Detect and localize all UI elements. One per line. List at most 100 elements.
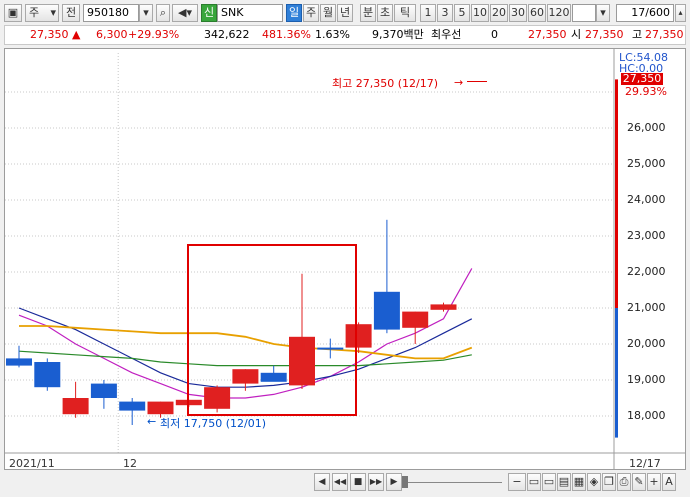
candle-body (615, 79, 618, 309)
chevron-down-icon: ▾ (50, 6, 56, 19)
candle-body (402, 311, 429, 328)
volume-ratio-value: 481.36% (262, 28, 311, 41)
y-tick-22000: 22,000 (627, 265, 666, 278)
interval-3[interactable]: 3 (437, 4, 453, 22)
high-value: 27,350 (645, 28, 684, 41)
left-arrow-icon: ← (147, 415, 157, 428)
interval-1[interactable]: 1 (420, 4, 436, 22)
high-marker-line (467, 81, 487, 82)
zoom-minus-icon[interactable]: − (508, 473, 526, 491)
nav-stop-icon[interactable]: ■ (350, 473, 366, 491)
code-dropdown-icon[interactable]: ▾ (139, 4, 153, 22)
x-label-nov: 2021/11 (9, 457, 55, 470)
chart-settings-icon[interactable]: ▣ (4, 4, 22, 22)
open-value: 27,350 (585, 28, 624, 41)
interval-60[interactable]: 60 (528, 4, 546, 22)
toolbar: ▣ 주 ▾ 전 950180 ▾ ⌕ ◀▾ 신 SNK 일 주 월 년 분 초 틱… (4, 4, 686, 24)
palette-icon[interactable]: ◈ (587, 473, 601, 491)
nav-prev-icon[interactable]: ◀◀ (332, 473, 348, 491)
high-label: 고 (632, 28, 643, 41)
code-input[interactable]: 950180 (83, 4, 139, 22)
nav-last-icon[interactable]: ▶ (386, 473, 402, 491)
candle-body (260, 372, 287, 382)
period-month[interactable]: 월 (320, 4, 336, 22)
chart-grid (5, 49, 685, 469)
nav-first-icon[interactable]: ◀ (314, 473, 330, 491)
candle-body (373, 291, 400, 330)
last-value: 27,350 (528, 28, 567, 41)
interval-30[interactable]: 30 (509, 4, 527, 22)
nav-next-icon[interactable]: ▶▶ (368, 473, 384, 491)
up-arrow-icon: ▲ (72, 28, 81, 41)
period-minute[interactable]: 분 (360, 4, 376, 22)
y-tick-18000: 18,000 (627, 409, 666, 422)
current-price-tag: 27,350 (621, 72, 663, 85)
bottom-bar: ◀ ◀◀ ■ ▶▶ ▶ − ▭ ▭ ▤ ▦ ◈ ❐ ⎙ ✎ + A (4, 472, 686, 493)
interval-custom-input[interactable] (572, 4, 596, 22)
font-a-icon[interactable]: A (662, 473, 676, 491)
priority-value: 0 (491, 28, 498, 41)
open-label: 시 (571, 28, 582, 41)
candle-body (204, 387, 231, 409)
change-value: 6,300 (96, 28, 128, 41)
y-tick-21000: 21,000 (627, 301, 666, 314)
zoom-plus-icon[interactable]: + (647, 473, 661, 491)
shin-badge[interactable]: 신 (201, 4, 217, 22)
amount-value: 9,370백만 (372, 28, 424, 41)
high-annotation: 최고 27,350 (12/17) (332, 77, 439, 90)
price-value: 27,350 ▲ (30, 28, 81, 41)
y-tick-20000: 20,000 (627, 337, 666, 350)
tool-icon[interactable]: ✎ (632, 473, 646, 491)
count-stepper[interactable]: ▴ (675, 4, 686, 22)
y-tick-23000: 23,000 (627, 229, 666, 242)
period-tick[interactable]: 틱 (394, 4, 416, 22)
plot-background (5, 49, 685, 469)
jeon-button[interactable]: 전 (62, 4, 80, 22)
candle-body (147, 401, 174, 415)
interval-5[interactable]: 5 (454, 4, 470, 22)
x-label-dec: 12 (123, 457, 137, 470)
candle-body (317, 347, 344, 350)
layout-icon[interactable]: ▤ (557, 473, 571, 491)
candle-wick (615, 308, 618, 438)
scroll-track[interactable] (406, 482, 502, 483)
speaker-icon[interactable]: ◀▾ (172, 4, 198, 22)
turnover-value: 1.63% (315, 28, 350, 41)
change-pct-value: +29.93% (128, 28, 180, 41)
count-field[interactable]: 17/600 (616, 4, 674, 22)
interval-20[interactable]: 20 (490, 4, 508, 22)
candle-body (430, 304, 457, 310)
stock-name-field[interactable]: SNK (217, 4, 283, 22)
interval-dropdown-icon[interactable]: ▾ (596, 4, 610, 22)
current-pct-tag: 29.93% (625, 85, 667, 98)
zoom-in-icon[interactable]: ▭ (527, 473, 541, 491)
candle-body (34, 362, 61, 388)
copy-icon[interactable]: ❐ (602, 473, 616, 491)
priority-label: 최우선 (431, 28, 462, 41)
market-select[interactable]: 주 ▾ (25, 4, 59, 22)
y-tick-19000: 19,000 (627, 373, 666, 386)
price-chart[interactable] (5, 49, 685, 469)
low-annotation: 최저 17,750 (12/01) (160, 417, 267, 430)
print-icon[interactable]: ⎙ (617, 473, 631, 491)
zoom-out-icon[interactable]: ▭ (542, 473, 556, 491)
period-week[interactable]: 주 (303, 4, 319, 22)
search-icon[interactable]: ⌕ (156, 4, 170, 22)
grid-icon[interactable]: ▦ (572, 473, 586, 491)
last-date-label: 12/17 (629, 457, 661, 470)
right-arrow-icon: → (454, 76, 464, 89)
candle-body (289, 336, 315, 386)
y-tick-24000: 24,000 (627, 193, 666, 206)
period-day[interactable]: 일 (286, 4, 302, 22)
chart-panel[interactable]: LC:54.08 HC:0.00 27,350 29.93% 최고 27,350… (4, 48, 686, 470)
period-year[interactable]: 년 (337, 4, 353, 22)
interval-120[interactable]: 120 (547, 4, 571, 22)
y-tick-25000: 25,000 (627, 157, 666, 170)
period-second[interactable]: 초 (377, 4, 393, 22)
candle-body (6, 358, 32, 366)
interval-10[interactable]: 10 (471, 4, 489, 22)
candle-body (90, 383, 117, 398)
candle-body (62, 398, 89, 415)
market-label: 주 (29, 6, 40, 19)
scroll-thumb[interactable] (402, 476, 408, 488)
